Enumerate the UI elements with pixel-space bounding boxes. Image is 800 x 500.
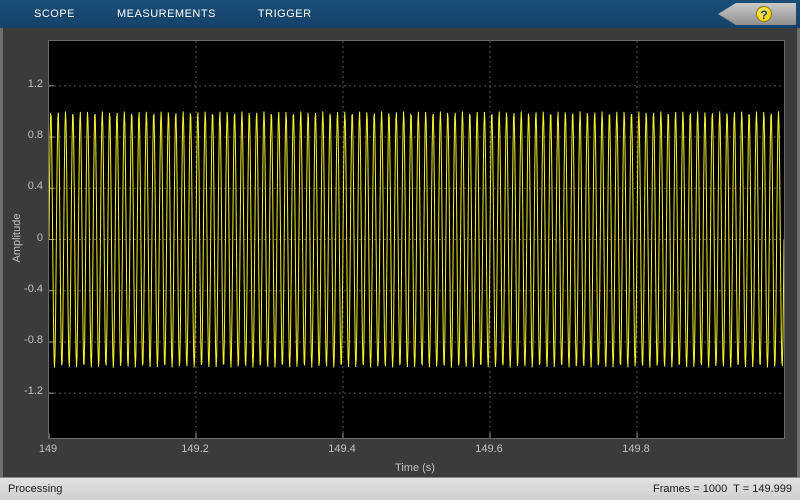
- y-tick-label: 1.2: [27, 77, 43, 90]
- y-tick-label: 0.8: [27, 129, 43, 142]
- toolbar: SCOPE MEASUREMENTS TRIGGER ?: [0, 0, 800, 28]
- status-bar: Processing Frames = 1000 T = 149.999: [0, 477, 800, 500]
- waveform-plot: [49, 41, 784, 438]
- tab-trigger[interactable]: TRIGGER: [258, 0, 312, 28]
- tab-measurements[interactable]: MEASUREMENTS: [117, 0, 216, 28]
- toolbar-collapse-tab[interactable]: ?: [718, 3, 796, 25]
- y-tick-label: -1.2: [24, 385, 43, 398]
- y-tick-label: 0: [36, 231, 43, 244]
- x-axis-label: Time (s): [395, 462, 435, 474]
- help-icon[interactable]: ?: [756, 6, 772, 22]
- x-tick-label: 149.6: [475, 443, 503, 455]
- y-tick-label: -0.8: [24, 333, 43, 346]
- toolbar-tabs: SCOPE MEASUREMENTS TRIGGER: [0, 0, 312, 28]
- x-tick-label: 149.8: [622, 443, 650, 455]
- y-tick-label: -0.4: [24, 282, 43, 295]
- tab-scope[interactable]: SCOPE: [34, 0, 75, 28]
- plot-area: [48, 40, 785, 439]
- y-tick-label: 0.4: [27, 180, 43, 193]
- x-tick-label: 149.2: [181, 443, 209, 455]
- frame-counter: Frames = 1000 T = 149.999: [652, 483, 792, 495]
- scope-display-panel: Amplitude Time (s) 149 149.2 149.4 149.6 149…: [3, 28, 797, 477]
- status-message: Processing: [8, 483, 63, 495]
- signal-trace: [49, 111, 784, 368]
- x-tick-label: 149.4: [328, 443, 356, 455]
- x-tick-label: 149: [38, 443, 58, 455]
